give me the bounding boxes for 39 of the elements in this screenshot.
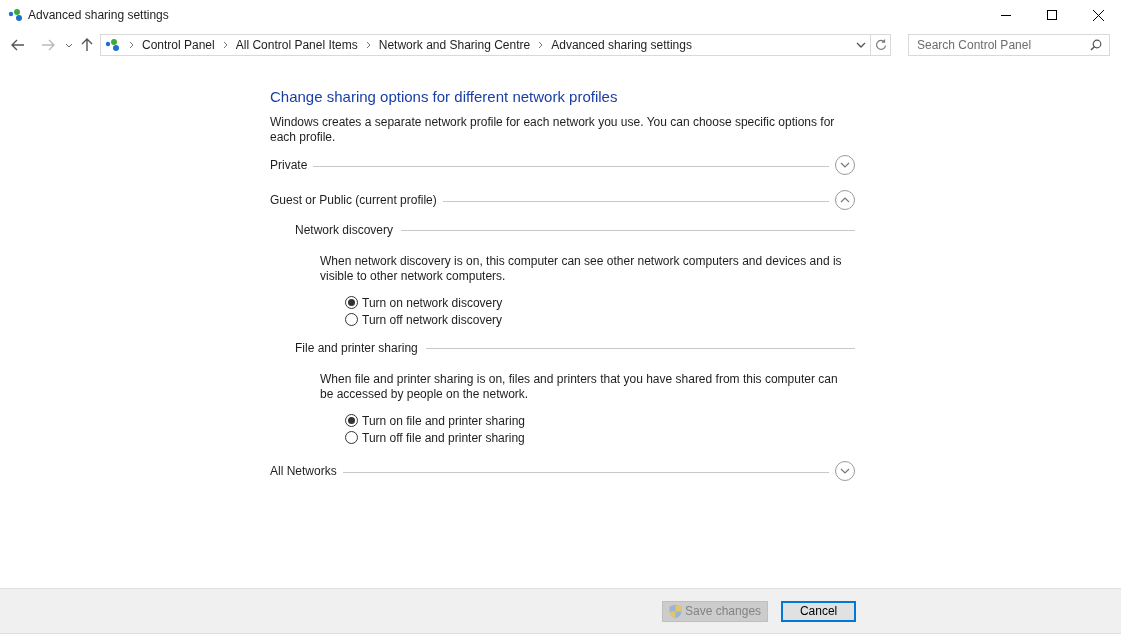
up-button[interactable] <box>80 37 94 53</box>
profile-label: Private <box>270 156 308 174</box>
search-field[interactable]: Search Control Panel <box>908 34 1110 56</box>
breadcrumb-item[interactable]: Control Panel <box>142 36 215 54</box>
section-description: When network discovery is on, this computer can see other network computers and devices and is visible to other network computers. <box>319 253 843 284</box>
radio-option[interactable]: Turn off network discovery <box>345 312 503 327</box>
address-bar[interactable]: Control Panel All Control Panel Items Network and Sharing Centre Advanced sharing settings <box>100 34 891 56</box>
radio-option[interactable]: Turn on network discovery <box>345 295 503 310</box>
back-button[interactable] <box>10 37 26 53</box>
search-icon <box>1090 39 1102 51</box>
shield-icon <box>669 603 682 619</box>
breadcrumb-item[interactable]: Network and Sharing Centre <box>378 36 531 54</box>
profile-label: Guest or Public (current profile) <box>270 191 437 209</box>
chevron-down-icon <box>840 467 850 474</box>
radio-option[interactable]: Turn on file and printer sharing <box>345 413 525 428</box>
cancel-button[interactable]: Cancel <box>781 600 857 622</box>
section-description: When file and printer sharing is on, files and printers that you have shared from this computer can be accessed by people on the network. <box>319 371 839 402</box>
chevron-up-icon <box>840 196 850 203</box>
chevron-right-icon <box>129 41 134 49</box>
intro-text: Windows creates a separate network profile for each network you use. You can choose specific options for each profile. <box>270 114 836 145</box>
chevron-right-icon <box>222 41 228 49</box>
section-title: File and printer sharing <box>295 339 418 357</box>
network-icon <box>8 8 24 22</box>
section-title: Network discovery <box>295 221 394 239</box>
page-heading: Change sharing options for different network profiles <box>270 87 619 107</box>
window-title: Advanced sharing settings <box>28 7 169 24</box>
network-icon <box>105 38 121 52</box>
close-icon <box>1092 9 1104 21</box>
refresh-icon <box>874 39 887 51</box>
maximize-icon <box>1047 10 1057 20</box>
chevron-down-icon[interactable] <box>856 42 866 48</box>
chevron-right-icon <box>538 41 544 49</box>
chevron-right-icon <box>365 41 371 49</box>
breadcrumb-item[interactable]: Advanced sharing settings <box>551 36 692 54</box>
chevron-down-icon <box>840 161 850 168</box>
profile-label: All Networks <box>270 462 337 480</box>
breadcrumb-item[interactable]: All Control Panel Items <box>235 36 358 54</box>
radio-option[interactable]: Turn off file and printer sharing <box>345 430 525 445</box>
caret-down-icon <box>65 42 73 48</box>
